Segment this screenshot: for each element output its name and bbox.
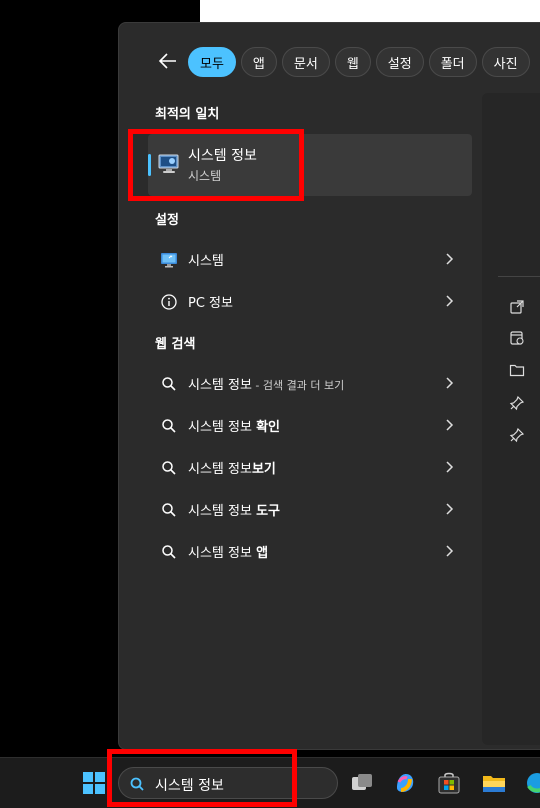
- web-result-item[interactable]: 시스템 정보 확인: [148, 406, 472, 444]
- highlight-box-search: [107, 749, 297, 807]
- chevron-right-icon: [446, 377, 454, 389]
- chip-all[interactable]: 모두: [188, 47, 236, 77]
- chip-photos[interactable]: 사진: [481, 47, 530, 77]
- info-icon: [161, 294, 177, 310]
- web-result-suggestion: 보기: [251, 462, 276, 477]
- web-result-query: 시스템 정보: [188, 546, 257, 561]
- search-icon: [162, 461, 176, 475]
- pin-icon[interactable]: [509, 395, 525, 411]
- web-result-suggestion: 확인: [256, 420, 280, 435]
- settings-item-label: 시스템: [188, 254, 224, 269]
- chip-documents[interactable]: 문서: [281, 47, 330, 77]
- web-result-query: 시스템 정보: [188, 420, 257, 435]
- back-arrow-icon[interactable]: [157, 50, 179, 72]
- preview-pane: [482, 93, 540, 745]
- chip-apps[interactable]: 앱: [240, 47, 277, 77]
- chip-settings[interactable]: 설정: [375, 47, 424, 77]
- filter-chips: 모두 앱 문서 웹 설정 폴더 사진: [188, 47, 530, 77]
- web-result-item[interactable]: 시스템 정보보기: [148, 448, 472, 486]
- web-result-label: 시스템 정보 - 검색 결과 더 보기: [188, 374, 344, 393]
- best-match-heading: 최적의 일치: [155, 107, 220, 122]
- web-result-item[interactable]: 시스템 정보 도구: [148, 490, 472, 528]
- highlight-box-best-match: [128, 129, 304, 201]
- settings-item-pc-info[interactable]: PC 정보: [148, 282, 472, 320]
- web-result-suggestion: 앱: [256, 546, 269, 561]
- web-result-query: 시스템 정보: [188, 378, 252, 393]
- settings-heading: 설정: [155, 213, 179, 228]
- web-result-item[interactable]: 시스템 정보 앱: [148, 532, 472, 570]
- file-explorer-icon[interactable]: [481, 770, 507, 796]
- web-result-label: 시스템 정보 확인: [188, 416, 280, 435]
- web-search-heading: 웹 검색: [155, 337, 196, 352]
- search-icon: [162, 503, 176, 517]
- folder-icon[interactable]: [509, 362, 525, 378]
- chevron-right-icon: [446, 295, 454, 307]
- settings-item-system[interactable]: 시스템: [148, 240, 472, 278]
- chip-web[interactable]: 웹: [334, 47, 371, 77]
- windows-start-icon[interactable]: [81, 770, 107, 796]
- chevron-right-icon: [446, 253, 454, 265]
- web-result-item[interactable]: 시스템 정보 - 검색 결과 더 보기: [148, 364, 472, 402]
- edge-browser-icon[interactable]: [524, 770, 540, 796]
- chevron-right-icon: [446, 503, 454, 515]
- web-result-label: 시스템 정보 앱: [188, 542, 268, 561]
- preview-divider: [498, 276, 540, 277]
- microsoft-store-icon[interactable]: [436, 770, 462, 796]
- pin-taskbar-icon[interactable]: [509, 427, 525, 443]
- chip-folders[interactable]: 폴더: [428, 47, 477, 77]
- web-result-suggestion: 도구: [256, 504, 280, 519]
- chevron-right-icon: [446, 461, 454, 473]
- web-result-hint: - 검색 결과 더 보기: [251, 379, 345, 392]
- web-result-label: 시스템 정보 도구: [188, 500, 280, 519]
- web-result-label: 시스템 정보보기: [188, 458, 276, 477]
- settings-item-label: PC 정보: [188, 296, 233, 311]
- task-view-icon[interactable]: [349, 770, 375, 796]
- monitor-icon: [161, 253, 177, 268]
- web-result-query: 시스템 정보: [188, 462, 252, 477]
- search-icon: [162, 545, 176, 559]
- web-result-query: 시스템 정보: [188, 504, 257, 519]
- open-icon[interactable]: [509, 299, 525, 315]
- copilot-icon[interactable]: [392, 770, 418, 796]
- chevron-right-icon: [446, 419, 454, 431]
- background-window: [200, 0, 540, 22]
- chevron-right-icon: [446, 545, 454, 557]
- search-icon: [162, 377, 176, 391]
- run-as-admin-icon[interactable]: [509, 330, 525, 346]
- search-icon: [162, 419, 176, 433]
